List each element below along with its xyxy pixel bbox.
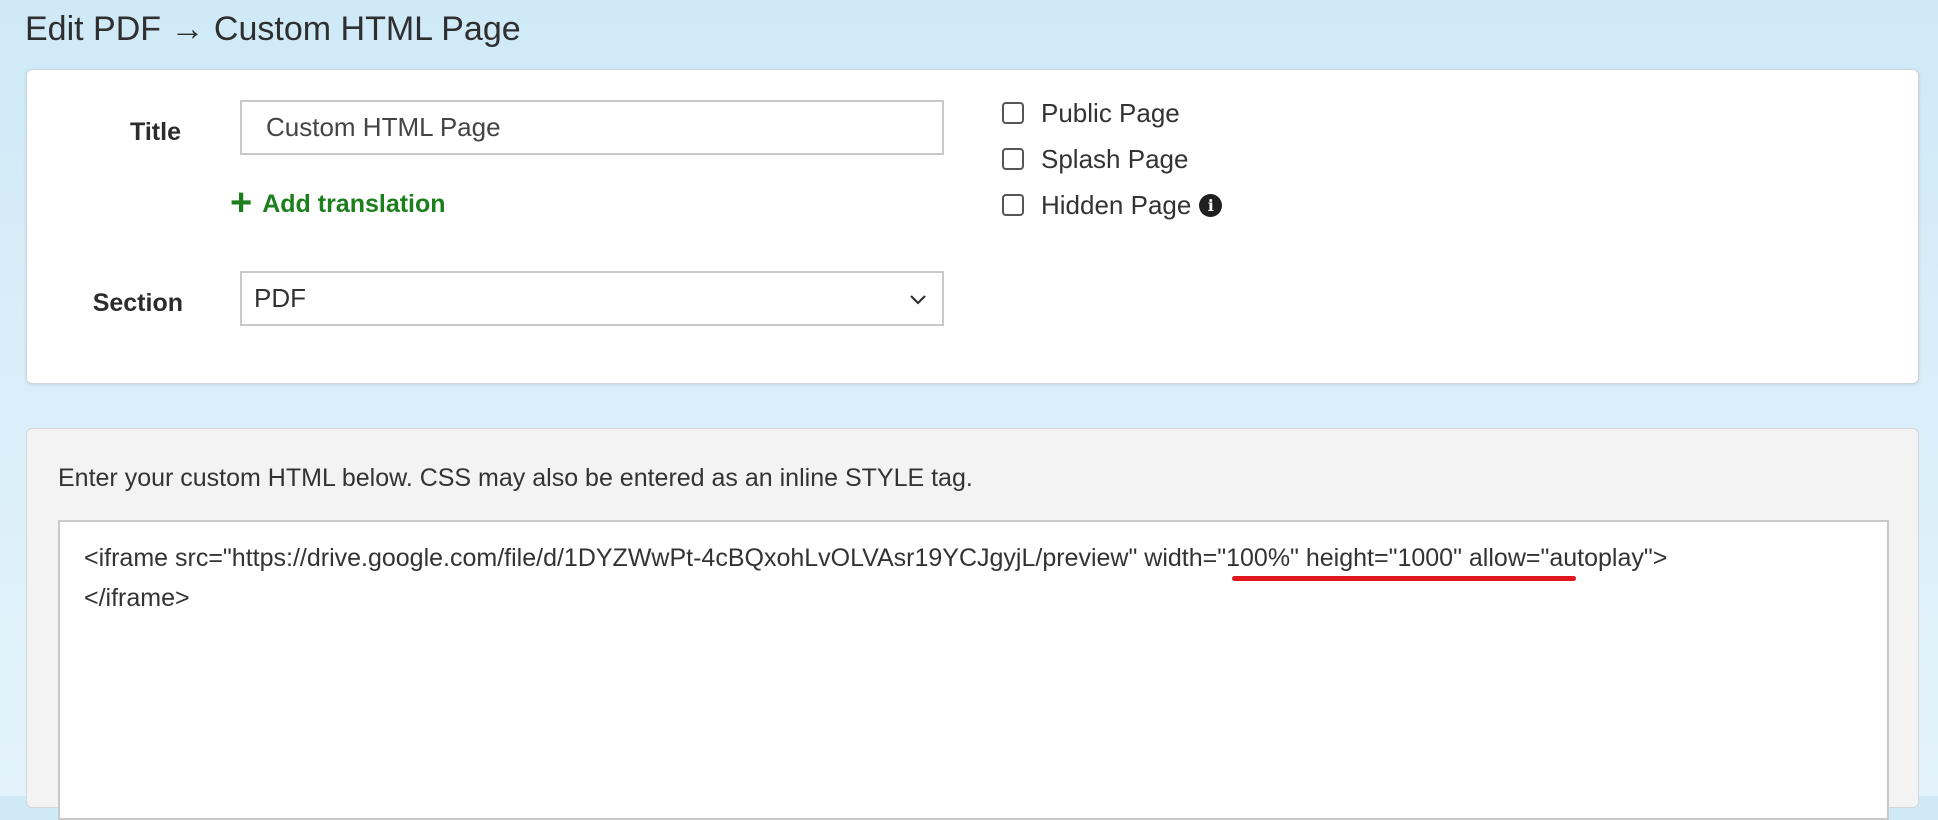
- page-options: Public Page Splash Page Hidden Page i: [1002, 90, 1223, 228]
- custom-html-editor[interactable]: <iframe src="https://drive.google.com/fi…: [58, 520, 1889, 820]
- page-title: Edit PDF → Custom HTML Page: [25, 10, 521, 48]
- splash-page-checkbox[interactable]: [1002, 148, 1024, 170]
- chevron-down-icon: [910, 294, 926, 305]
- custom-html-panel: Enter your custom HTML below. CSS may al…: [26, 428, 1919, 820]
- add-translation-label: Add translation: [262, 190, 446, 218]
- red-annotation-underline: [1232, 576, 1576, 581]
- add-translation-link[interactable]: + Add translation: [230, 181, 446, 224]
- title-input[interactable]: [240, 100, 944, 155]
- section-select[interactable]: PDF: [240, 271, 944, 326]
- hidden-page-option[interactable]: Hidden Page i: [1002, 182, 1223, 228]
- public-page-label: Public Page: [1041, 97, 1180, 128]
- hidden-page-label: Hidden Page: [1041, 189, 1192, 220]
- section-select-value: PDF: [254, 283, 306, 313]
- section-label: Section: [92, 289, 183, 317]
- public-page-checkbox[interactable]: [1002, 102, 1024, 124]
- page-settings-card: Title + Add translation Section PDF Publ…: [26, 69, 1919, 384]
- public-page-option[interactable]: Public Page: [1002, 90, 1222, 136]
- info-icon[interactable]: i: [1199, 193, 1223, 217]
- plus-icon: +: [230, 181, 253, 224]
- title-label: Title: [130, 118, 181, 146]
- splash-page-option[interactable]: Splash Page: [1002, 136, 1222, 182]
- hidden-page-checkbox[interactable]: [1002, 194, 1024, 216]
- custom-html-description: Enter your custom HTML below. CSS may al…: [58, 464, 973, 492]
- splash-page-label: Splash Page: [1041, 143, 1189, 174]
